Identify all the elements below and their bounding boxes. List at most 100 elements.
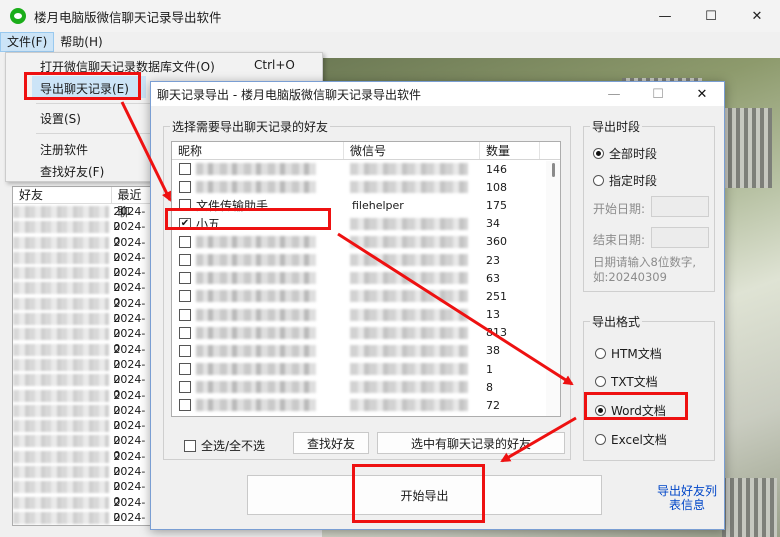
left-friend-row[interactable]: 2024-0 bbox=[13, 250, 151, 279]
friend-checkbox[interactable] bbox=[179, 253, 191, 266]
radio-specified-time[interactable]: 指定时段 bbox=[593, 172, 657, 189]
friend-row[interactable]: 13 bbox=[172, 306, 560, 324]
list-scrollbar[interactable] bbox=[546, 161, 560, 416]
blurred-friend-name bbox=[13, 496, 110, 509]
end-date-input[interactable] bbox=[651, 227, 709, 248]
friend-row[interactable]: 72 bbox=[172, 396, 560, 414]
col-friend[interactable]: 好友 bbox=[13, 187, 112, 203]
left-friend-row[interactable]: 2024-0 bbox=[13, 479, 151, 508]
left-friend-row[interactable]: 2024-0 bbox=[13, 433, 151, 462]
left-friend-row[interactable]: 2024-0 bbox=[13, 464, 151, 493]
friend-select-list[interactable]: 昵称 微信号 数量 146 108 文件传输助手 filehelper 175 ✔ 小五 34… bbox=[171, 141, 561, 417]
export-friend-list-link[interactable]: 导出好友列表信息 bbox=[655, 484, 719, 512]
left-friend-row[interactable]: 2024-0 bbox=[13, 204, 151, 233]
friend-row[interactable]: 38 bbox=[172, 342, 560, 360]
friend-checkbox[interactable] bbox=[179, 344, 191, 357]
friend-row[interactable]: 146 bbox=[172, 160, 560, 178]
left-friend-row[interactable]: 2024-0 bbox=[13, 372, 151, 401]
friend-checkbox[interactable] bbox=[179, 326, 191, 339]
blurred-wechat-id bbox=[350, 163, 468, 175]
friend-checkbox[interactable] bbox=[179, 199, 191, 212]
friend-checkbox[interactable] bbox=[179, 381, 191, 394]
left-friend-row[interactable]: 2024-0 bbox=[13, 449, 151, 478]
friend-row[interactable]: 63 bbox=[172, 269, 560, 287]
friend-row[interactable]: 23 bbox=[172, 251, 560, 269]
left-friend-row[interactable]: 2024-0 bbox=[13, 357, 151, 386]
menu-file[interactable]: 文件(F) bbox=[0, 32, 55, 52]
minimize-icon[interactable]: — bbox=[642, 0, 688, 32]
left-friend-row[interactable]: 2024-0 bbox=[13, 280, 151, 309]
left-friend-row[interactable]: 2024-0 bbox=[13, 326, 151, 355]
blurred-nick bbox=[196, 290, 316, 303]
friend-checkbox[interactable] bbox=[179, 163, 191, 175]
radio-all-time-label: 全部时段 bbox=[609, 147, 658, 161]
maximize-icon[interactable]: ☐ bbox=[688, 0, 734, 32]
blurred-nick bbox=[196, 399, 316, 412]
friend-checkbox[interactable]: ✔ bbox=[179, 217, 191, 230]
radio-format-word[interactable]: Word文档 bbox=[595, 402, 666, 419]
friend-checkbox[interactable] bbox=[179, 308, 191, 321]
start-date-input[interactable] bbox=[651, 196, 709, 217]
friend-row[interactable]: 251 bbox=[172, 287, 560, 305]
col-nick[interactable]: 昵称 bbox=[172, 142, 344, 159]
friend-row[interactable]: ✔ 小五 34 bbox=[172, 215, 560, 233]
friend-count: 108 bbox=[486, 180, 507, 194]
radio-format-excel[interactable]: Excel文档 bbox=[595, 431, 667, 448]
menu-export[interactable]: 导出聊天记录(E) bbox=[40, 80, 129, 97]
menu-register[interactable]: 注册软件 bbox=[40, 141, 88, 158]
blurred-nick bbox=[196, 308, 316, 321]
radio-all-time[interactable]: 全部时段 bbox=[593, 145, 657, 162]
left-friend-row[interactable]: 2024-0 bbox=[13, 403, 151, 432]
friend-checkbox[interactable] bbox=[179, 181, 191, 194]
left-friend-row[interactable]: 2024-0 bbox=[13, 418, 151, 447]
select-all-checkbox[interactable]: 全选/全不选 bbox=[184, 437, 265, 454]
friend-checkbox[interactable] bbox=[179, 235, 191, 248]
col-recent[interactable]: 最近聊 bbox=[112, 187, 151, 219]
friend-row[interactable]: 813 bbox=[172, 324, 560, 342]
menu-find-friend[interactable]: 查找好友(F) bbox=[40, 163, 104, 180]
left-friend-row[interactable]: 2024-0 bbox=[13, 495, 151, 524]
friend-count: 146 bbox=[486, 162, 507, 176]
friend-checkbox[interactable] bbox=[179, 399, 191, 412]
left-friend-row[interactable]: 2024-0 bbox=[13, 388, 151, 417]
left-friend-row[interactable]: 2024-0 bbox=[13, 235, 151, 264]
close-icon[interactable]: ✕ bbox=[734, 0, 780, 32]
menu-settings[interactable]: 设置(S) bbox=[40, 110, 81, 127]
friend-row[interactable]: 108 bbox=[172, 178, 560, 196]
left-friend-row[interactable]: 2024-0 bbox=[13, 265, 151, 294]
blurred-nick bbox=[196, 272, 316, 285]
friend-row[interactable]: 1 bbox=[172, 360, 560, 378]
select-with-records-button[interactable]: 选中有聊天记录的好友 bbox=[377, 432, 565, 454]
friend-row[interactable]: 8 bbox=[172, 378, 560, 396]
radio-format-htm[interactable]: HTM文档 bbox=[595, 345, 662, 362]
dialog-maximize-icon[interactable]: ☐ bbox=[636, 82, 680, 106]
blurred-friend-name bbox=[13, 313, 110, 326]
blurred-friend-name bbox=[13, 404, 110, 417]
find-friend-button[interactable]: 查找好友 bbox=[293, 432, 369, 454]
col-wechat-id[interactable]: 微信号 bbox=[344, 142, 480, 159]
menu-open-db[interactable]: 打开微信聊天记录数据库文件(O) bbox=[40, 58, 215, 75]
start-export-button[interactable]: 开始导出 bbox=[247, 475, 602, 515]
left-friend-row[interactable]: 2024-0 bbox=[13, 342, 151, 371]
left-friend-row[interactable]: 2024-0 bbox=[13, 311, 151, 340]
left-friend-row[interactable]: 2024-0 bbox=[13, 510, 151, 525]
dialog-close-icon[interactable]: ✕ bbox=[680, 82, 724, 106]
blurred-wechat-id bbox=[350, 217, 468, 230]
friend-checkbox[interactable] bbox=[179, 272, 191, 285]
dialog-minimize-icon[interactable]: — bbox=[592, 82, 636, 106]
friend-count: 360 bbox=[486, 235, 507, 249]
friend-row[interactable]: 46 bbox=[172, 415, 560, 416]
blurred-nick bbox=[196, 381, 316, 394]
left-friend-row[interactable]: 2024-0 bbox=[13, 296, 151, 325]
menu-help[interactable]: 帮助(H) bbox=[54, 32, 108, 52]
left-friend-row[interactable]: 2024-0 bbox=[13, 219, 151, 248]
col-count[interactable]: 数量 bbox=[480, 142, 540, 159]
friends-group-label: 选择需要导出聊天记录的好友 bbox=[170, 118, 331, 135]
radio-format-txt[interactable]: TXT文档 bbox=[595, 373, 658, 390]
friend-row[interactable]: 360 bbox=[172, 233, 560, 251]
left-friend-date: 2024-0 bbox=[113, 388, 146, 417]
friend-row[interactable]: 文件传输助手 filehelper 175 bbox=[172, 196, 560, 214]
friend-checkbox[interactable] bbox=[179, 363, 191, 376]
friend-nick: 小五 bbox=[196, 217, 221, 232]
friend-checkbox[interactable] bbox=[179, 290, 191, 303]
